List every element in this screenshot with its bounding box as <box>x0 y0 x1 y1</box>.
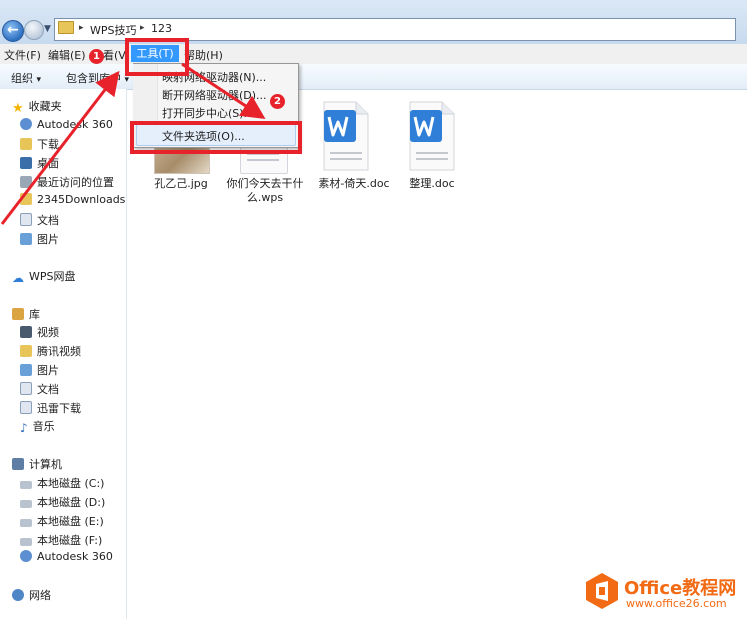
watermark-url: www.office26.com <box>626 597 727 610</box>
step-1-badge: 1 <box>89 49 104 64</box>
office-logo-icon <box>584 572 620 610</box>
arrow-to-tools <box>0 70 120 225</box>
annotation-arrows <box>0 62 266 225</box>
arrow-to-folder-options <box>181 62 266 119</box>
step-2-badge: 2 <box>270 94 285 109</box>
